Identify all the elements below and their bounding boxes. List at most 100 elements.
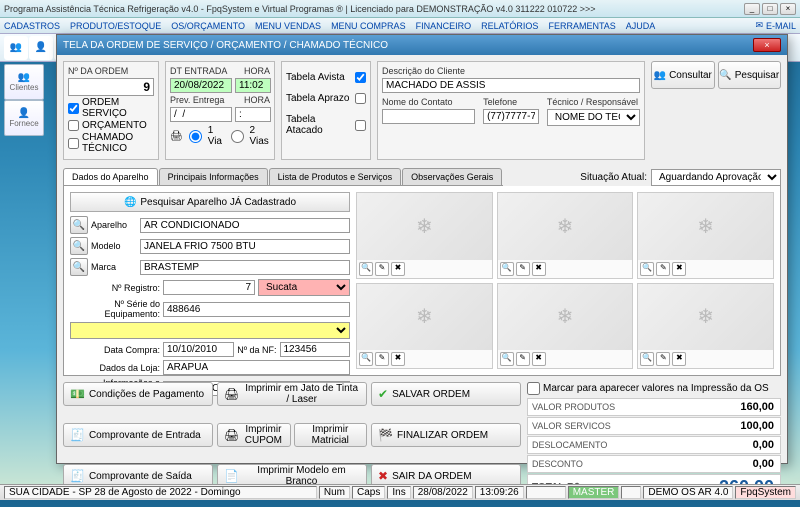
- consultar-button[interactable]: 👥Consultar: [651, 61, 715, 89]
- tab-observacoes[interactable]: Observações Gerais: [402, 168, 502, 185]
- tool-icon-1[interactable]: 👥: [4, 36, 28, 60]
- tab-dados-aparelho[interactable]: Dados do Aparelho: [63, 168, 158, 185]
- chk-orcamento[interactable]: [68, 120, 79, 131]
- edit-icon[interactable]: ✎: [656, 352, 670, 366]
- imprimir-matricial-button[interactable]: Imprimir Matricial: [294, 423, 368, 447]
- status-caps: Caps: [352, 486, 385, 499]
- status-select[interactable]: Aguardando Aprovação: [651, 169, 781, 186]
- registro-tipo-select[interactable]: Sucata: [258, 279, 350, 296]
- product-image-1: ❄🔍✎✖: [356, 192, 493, 279]
- order-number-input[interactable]: [68, 78, 154, 96]
- salvar-ordem-button[interactable]: ✔SALVAR ORDEM: [371, 382, 521, 406]
- extra-select[interactable]: [70, 322, 350, 339]
- radio-1via[interactable]: [189, 130, 202, 143]
- cond-pagamento-button[interactable]: 💵Condições de Pagamento: [63, 382, 213, 406]
- data-compra-input[interactable]: [163, 342, 234, 357]
- tab-lista-produtos[interactable]: Lista de Produtos e Serviços: [269, 168, 402, 185]
- zoom-icon[interactable]: 🔍: [500, 352, 514, 366]
- contato-input[interactable]: [382, 109, 475, 124]
- close-icon[interactable]: ×: [780, 3, 796, 15]
- valor-servicos: 100,00: [710, 420, 780, 432]
- aparelho-form: 🌐Pesquisar Aparelho JÁ Cadastrado 🔍 Apar…: [70, 192, 350, 369]
- zoom-icon[interactable]: 🔍: [640, 352, 654, 366]
- delete-icon[interactable]: ✖: [391, 352, 405, 366]
- status-progress: [526, 486, 566, 499]
- zoom-icon[interactable]: 🔍: [359, 352, 373, 366]
- chk-chamado-tecnico[interactable]: [68, 138, 79, 149]
- dialog-titlebar: TELA DA ORDEM DE SERVIÇO / ORÇAMENTO / C…: [57, 35, 787, 55]
- aparelho-input[interactable]: [140, 218, 350, 233]
- menu-vendas[interactable]: MENU VENDAS: [255, 21, 321, 31]
- search-icon: 🔍: [719, 70, 731, 81]
- edit-icon[interactable]: ✎: [656, 262, 670, 276]
- dt-entrada-input[interactable]: [170, 78, 232, 93]
- menu-os[interactable]: OS/ORÇAMENTO: [171, 21, 245, 31]
- zoom-icon[interactable]: 🔍: [640, 262, 654, 276]
- client-box: Descrição do Cliente Nome do Contato Tel…: [377, 61, 645, 160]
- tab-principais[interactable]: Principais Informações: [159, 168, 268, 185]
- edit-icon[interactable]: ✎: [375, 262, 389, 276]
- loja-input[interactable]: [163, 360, 350, 375]
- receipt-icon: 🧾: [70, 469, 85, 483]
- finalizar-ordem-button[interactable]: 🏁FINALIZAR ORDEM: [371, 423, 521, 447]
- menu-financeiro[interactable]: FINANCEIRO: [416, 21, 472, 31]
- menu-produto[interactable]: PRODUTO/ESTOQUE: [70, 21, 161, 31]
- comprovante-entrada-button[interactable]: 🧾Comprovante de Entrada: [63, 423, 213, 447]
- tool-icon-2[interactable]: 👤: [29, 36, 53, 60]
- menu-relatorios[interactable]: RELATÓRIOS: [481, 21, 538, 31]
- prev-entrega-date[interactable]: [170, 107, 232, 122]
- people-icon: 👥: [18, 72, 30, 83]
- chk-avista[interactable]: [355, 72, 366, 83]
- imprimir-cupom-button[interactable]: 🖨Imprimir CUPOM: [217, 423, 291, 447]
- envelope-icon: ✉: [755, 20, 763, 31]
- marca-input[interactable]: [140, 260, 350, 275]
- globe-icon: 🌐: [124, 197, 136, 208]
- edit-icon[interactable]: ✎: [516, 352, 530, 366]
- sidebar-clientes[interactable]: 👥 Clientes: [4, 64, 44, 100]
- menu-ajuda[interactable]: AJUDA: [626, 21, 656, 31]
- delete-icon[interactable]: ✖: [391, 262, 405, 276]
- edit-icon[interactable]: ✎: [516, 262, 530, 276]
- chk-aprazo[interactable]: [355, 93, 366, 104]
- menu-cadastros[interactable]: CADASTROS: [4, 21, 60, 31]
- client-name-input[interactable]: [382, 78, 640, 93]
- menu-compras[interactable]: MENU COMPRAS: [331, 21, 406, 31]
- nf-input[interactable]: [280, 342, 351, 357]
- menu-ferramentas[interactable]: FERRAMENTAS: [548, 21, 615, 31]
- hora-entrada-input[interactable]: [235, 78, 271, 93]
- delete-icon[interactable]: ✖: [672, 262, 686, 276]
- registro-input[interactable]: [163, 280, 255, 295]
- maximize-icon[interactable]: □: [762, 3, 778, 15]
- search-aparelho-button[interactable]: 🌐Pesquisar Aparelho JÁ Cadastrado: [70, 192, 350, 212]
- modelo-input[interactable]: [140, 239, 350, 254]
- status-date: 28/08/2022: [413, 486, 473, 499]
- zoom-icon[interactable]: 🔍: [500, 262, 514, 276]
- minimize-icon[interactable]: _: [744, 3, 760, 15]
- prev-entrega-hora[interactable]: [235, 107, 271, 122]
- status-spacer: [621, 486, 641, 499]
- radio-2vias[interactable]: [231, 130, 244, 143]
- money-icon: 💵: [70, 387, 85, 401]
- telefone-input[interactable]: [483, 109, 539, 124]
- lookup-aparelho-button[interactable]: 🔍: [70, 216, 88, 234]
- sidebar-fornece[interactable]: 👤 Fornece: [4, 100, 44, 136]
- delete-icon[interactable]: ✖: [672, 352, 686, 366]
- lookup-marca-button[interactable]: 🔍: [70, 258, 88, 276]
- lookup-modelo-button[interactable]: 🔍: [70, 237, 88, 255]
- status-bar: SUA CIDADE - SP 28 de Agosto de 2022 - D…: [0, 484, 800, 500]
- zoom-icon[interactable]: 🔍: [359, 262, 373, 276]
- tecnico-select[interactable]: NOME DO TECNICO: [547, 109, 640, 126]
- product-image-4: ❄🔍✎✖: [356, 283, 493, 370]
- pesquisar-button[interactable]: 🔍Pesquisar: [718, 61, 782, 89]
- edit-icon[interactable]: ✎: [375, 352, 389, 366]
- dialog-close-button[interactable]: ×: [753, 38, 781, 52]
- chk-atacado[interactable]: [355, 120, 366, 131]
- menu-email[interactable]: ✉ E-MAIL: [755, 20, 796, 31]
- delete-icon[interactable]: ✖: [532, 352, 546, 366]
- chk-mostrar-valores[interactable]: [527, 382, 540, 395]
- delete-icon[interactable]: ✖: [532, 262, 546, 276]
- serie-input[interactable]: [163, 302, 350, 317]
- imprimir-jato-button[interactable]: 🖨Imprimir em Jato de Tinta / Laser: [217, 382, 367, 406]
- chk-ordem-servico[interactable]: [68, 103, 79, 114]
- status-fpq: FpqSystem: [735, 486, 796, 499]
